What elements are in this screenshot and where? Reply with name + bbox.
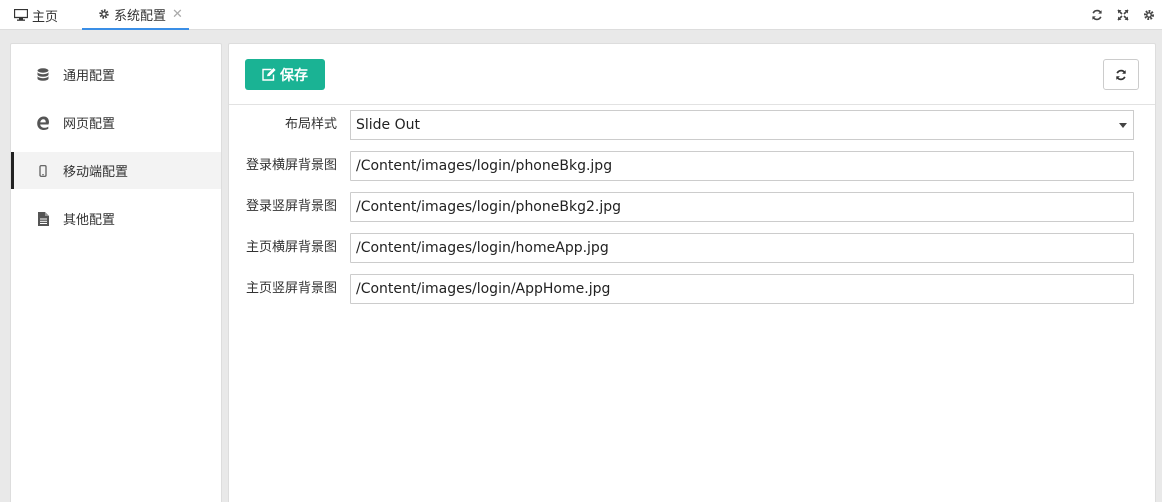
sidebar-item-general[interactable]: 通用配置 xyxy=(11,56,221,93)
login-landscape-bg-label: 登录横屏背景图 xyxy=(245,158,337,173)
login-landscape-bg-input[interactable]: /Content/images/login/phoneBkg.jpg xyxy=(350,151,1134,181)
mobile-icon xyxy=(35,163,51,179)
edge-icon xyxy=(35,115,51,131)
settings-sidebar: 通用配置 网页配置 移动端配置 其他配置 xyxy=(10,43,222,502)
monitor-icon xyxy=(14,9,28,21)
form-row-layout: 布局样式 Slide Out xyxy=(229,110,1155,140)
edit-icon xyxy=(262,68,276,81)
fullscreen-icon[interactable] xyxy=(1116,8,1130,22)
login-portrait-bg-label: 登录竖屏背景图 xyxy=(245,199,337,214)
layout-style-select[interactable]: Slide Out xyxy=(350,110,1134,140)
sidebar-item-label: 通用配置 xyxy=(63,69,116,84)
tab-home-label: 主页 xyxy=(32,9,59,25)
form-row-login-landscape: 登录横屏背景图 /Content/images/login/phoneBkg.j… xyxy=(229,151,1155,181)
sidebar-item-other[interactable]: 其他配置 xyxy=(11,200,221,237)
save-button[interactable]: 保存 xyxy=(245,59,325,90)
refresh-icon[interactable] xyxy=(1090,8,1104,22)
home-landscape-bg-input[interactable]: /Content/images/login/homeApp.jpg xyxy=(350,233,1134,263)
form-row-home-portrait: 主页竖屏背景图 /Content/images/login/AppHome.jp… xyxy=(229,274,1155,304)
home-landscape-bg-label: 主页横屏背景图 xyxy=(245,240,337,255)
toolbar: 保存 xyxy=(229,44,1155,105)
form-row-login-portrait: 登录竖屏背景图 /Content/images/login/phoneBkg2.… xyxy=(229,192,1155,222)
tab-system-config-label: 系统配置 xyxy=(114,8,167,24)
tab-bar: 主页 系统配置 ✕ xyxy=(0,0,1162,30)
sidebar-item-web[interactable]: 网页配置 xyxy=(11,104,221,141)
chevron-down-icon xyxy=(1119,123,1127,128)
login-portrait-bg-input[interactable]: /Content/images/login/phoneBkg2.jpg xyxy=(350,192,1134,222)
sidebar-item-mobile[interactable]: 移动端配置 xyxy=(11,152,221,189)
refresh-button[interactable] xyxy=(1103,59,1139,90)
sidebar-item-label: 移动端配置 xyxy=(63,165,129,180)
gear-icon[interactable] xyxy=(1142,8,1156,22)
file-icon xyxy=(35,211,51,227)
tab-home[interactable]: 主页 xyxy=(14,0,58,30)
mobile-config-panel: 保存 布局样式 Slide Out 登录横屏背景图 /Content/image… xyxy=(228,43,1156,502)
layout-style-value: Slide Out xyxy=(356,117,420,133)
sidebar-item-label: 网页配置 xyxy=(63,117,116,132)
gear-icon xyxy=(98,8,110,20)
close-icon[interactable]: ✕ xyxy=(172,7,183,22)
tab-system-config[interactable]: 系统配置 ✕ xyxy=(82,0,189,30)
layout-style-label: 布局样式 xyxy=(284,117,337,132)
form-row-home-landscape: 主页横屏背景图 /Content/images/login/homeApp.jp… xyxy=(229,233,1155,263)
database-icon xyxy=(35,67,51,83)
refresh-icon xyxy=(1115,69,1127,81)
sidebar-item-label: 其他配置 xyxy=(63,213,116,228)
save-button-label: 保存 xyxy=(280,67,308,84)
home-portrait-bg-label: 主页竖屏背景图 xyxy=(245,281,337,296)
home-portrait-bg-input[interactable]: /Content/images/login/AppHome.jpg xyxy=(350,274,1134,304)
